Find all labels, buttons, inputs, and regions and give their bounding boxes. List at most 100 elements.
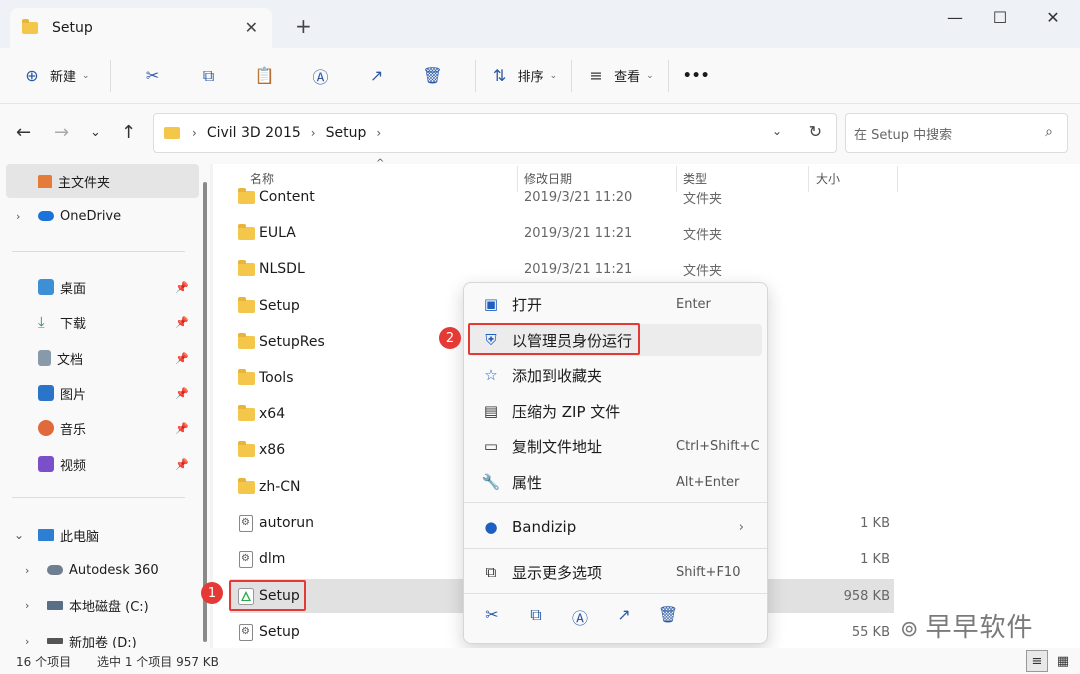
pictures-icon: [38, 385, 54, 401]
breadcrumb-civil3d[interactable]: Civil 3D 2015: [207, 125, 301, 141]
file-name: x86: [259, 442, 286, 458]
share-icon[interactable]: ↗: [367, 66, 387, 86]
address-dropdown-icon[interactable]: ⌄: [772, 124, 782, 138]
cut-icon[interactable]: ✂: [143, 66, 163, 86]
maximize-button[interactable]: ☐: [985, 8, 1015, 27]
sidebar-divider: [12, 497, 185, 498]
sidebar-item-pictures[interactable]: 图片 📌: [0, 376, 193, 410]
tiles-view-icon[interactable]: ▦: [1052, 650, 1074, 672]
chevron-right-icon[interactable]: ›: [192, 126, 197, 140]
menu-item-zip[interactable]: ▤ 压缩为 ZIP 文件: [470, 395, 762, 427]
chevron-down-icon: ⌄: [646, 70, 654, 81]
forward-arrow-icon[interactable]: →: [54, 122, 69, 143]
close-window-button[interactable]: ✕: [1038, 8, 1068, 27]
context-quick-actions: ✂ ⧉ Ⓐ ↗ 🗑: [470, 605, 690, 629]
chevron-down-icon: ⌄: [82, 70, 90, 81]
delete-icon[interactable]: 🗑: [422, 66, 442, 86]
sidebar-item-videos[interactable]: 视频 📌: [0, 447, 193, 481]
menu-item-label: 复制文件地址: [512, 437, 603, 456]
plus-circle-icon: ⊕: [25, 66, 39, 85]
copy-icon[interactable]: ⧉: [514, 605, 558, 629]
pin-icon[interactable]: 📌: [175, 352, 189, 365]
tab-close-icon[interactable]: ✕: [245, 18, 258, 37]
recent-chevron-icon[interactable]: ⌄: [90, 125, 101, 140]
delete-icon[interactable]: 🗑: [646, 605, 690, 629]
cloud-icon: [38, 211, 54, 221]
pin-icon[interactable]: 📌: [175, 387, 189, 400]
chevron-down-icon: ⌄: [549, 70, 558, 81]
watermark-text: 早早软件: [925, 613, 1034, 643]
sidebar-item-home[interactable]: 主文件夹: [6, 164, 199, 198]
menu-item-open[interactable]: ▣ 打开 Enter: [470, 288, 762, 320]
menu-item-shortcut: Enter: [676, 296, 711, 312]
sidebar-item-music[interactable]: 音乐 📌: [0, 411, 193, 445]
file-row[interactable]: EULA 2019/3/21 11:21 文件夹: [230, 216, 894, 250]
chevron-right-icon[interactable]: ›: [25, 599, 29, 612]
search-input[interactable]: 在 Setup 中搜索 ⌕: [845, 113, 1068, 153]
breadcrumb-setup[interactable]: Setup: [326, 125, 367, 141]
folder-icon: [238, 188, 255, 204]
file-size: 1 KB: [860, 551, 890, 567]
menu-item-add-favorites[interactable]: ☆ 添加到收藏夹: [470, 359, 762, 391]
sidebar-item-this-pc[interactable]: ⌄ 此电脑: [0, 518, 193, 552]
details-view-icon[interactable]: ≡: [1026, 650, 1048, 672]
sidebar-item-label: 文档: [57, 352, 84, 368]
file-row[interactable]: NLSDL 2019/3/21 11:21 文件夹: [230, 252, 894, 286]
tab-setup[interactable]: Setup ✕: [10, 8, 272, 48]
menu-item-label: 打开: [512, 295, 543, 314]
menu-item-copy-path[interactable]: ▭ 复制文件地址 Ctrl+Shift+C: [470, 430, 762, 462]
chevron-right-icon[interactable]: ›: [25, 564, 29, 577]
view-list-icon: ≡: [589, 66, 603, 85]
chevron-right-icon[interactable]: ›: [376, 126, 381, 140]
wechat-icon: ⊚: [900, 617, 920, 642]
refresh-icon[interactable]: ↻: [809, 122, 822, 141]
new-tab-button[interactable]: +: [295, 16, 312, 36]
menu-item-bandizip[interactable]: ● Bandizip ›: [470, 511, 762, 543]
sort-button[interactable]: ⇅ 排序 ⌄: [490, 58, 558, 94]
pin-icon[interactable]: 📌: [175, 316, 189, 329]
sidebar-scrollbar[interactable]: [203, 182, 207, 642]
sidebar-item-documents[interactable]: 文档 📌: [0, 341, 193, 375]
back-arrow-icon[interactable]: ←: [16, 122, 31, 143]
paste-icon[interactable]: 📋: [255, 66, 275, 86]
pin-icon[interactable]: 📌: [175, 422, 189, 435]
chevron-right-icon[interactable]: ›: [16, 210, 20, 223]
new-button[interactable]: ⊕ 新建 ⌄: [22, 58, 90, 94]
sidebar-item-label: 下载: [60, 316, 87, 332]
file-name: x64: [259, 406, 286, 422]
title-bar: Setup ✕ + — ☐ ✕: [0, 0, 1080, 48]
address-bar[interactable]: › Civil 3D 2015 › Setup › ⌄ ↻: [153, 113, 837, 153]
pin-icon[interactable]: 📌: [175, 281, 189, 294]
step-badge-2: 2: [439, 327, 461, 349]
menu-item-label: 显示更多选项: [512, 563, 603, 582]
cut-icon[interactable]: ✂: [470, 605, 514, 629]
up-arrow-icon[interactable]: ↑: [121, 122, 136, 143]
pin-icon[interactable]: 📌: [175, 458, 189, 471]
folder-icon: [238, 369, 255, 385]
music-icon: [38, 420, 54, 436]
rename-icon[interactable]: Ⓐ: [558, 605, 602, 629]
menu-item-properties[interactable]: 🔧 属性 Alt+Enter: [470, 466, 762, 498]
highlight-setup-file: [229, 580, 306, 611]
share-icon[interactable]: ↗: [602, 605, 646, 629]
chevron-right-icon[interactable]: ›: [25, 635, 29, 648]
more-options-button[interactable]: •••: [683, 68, 710, 84]
folder-icon: [164, 127, 180, 139]
sidebar-item-autodesk360[interactable]: › Autodesk 360: [0, 553, 193, 587]
minimize-button[interactable]: —: [940, 8, 970, 27]
chevron-right-icon[interactable]: ›: [311, 126, 316, 140]
sidebar-item-desktop[interactable]: 桌面 📌: [0, 270, 193, 304]
sidebar-item-onedrive[interactable]: › OneDrive: [0, 199, 193, 233]
sidebar-item-downloads[interactable]: ⤓ 下载 📌: [0, 305, 193, 339]
copy-icon[interactable]: ⧉: [199, 66, 219, 86]
chevron-down-icon[interactable]: ⌄: [14, 528, 24, 542]
file-row[interactable]: Content 2019/3/21 11:20 文件夹: [230, 180, 894, 214]
column-separator[interactable]: [897, 166, 898, 192]
view-button[interactable]: ≡ 查看 ⌄: [586, 58, 654, 94]
home-icon: [38, 174, 52, 188]
rename-icon[interactable]: Ⓐ: [311, 66, 331, 87]
sort-up-icon: ^: [376, 158, 385, 169]
sidebar-item-drive-c[interactable]: › 本地磁盘 (C:): [0, 588, 193, 622]
toolbar-separator: [474, 59, 476, 92]
menu-item-more-options[interactable]: ⧉ 显示更多选项 Shift+F10: [470, 556, 762, 588]
